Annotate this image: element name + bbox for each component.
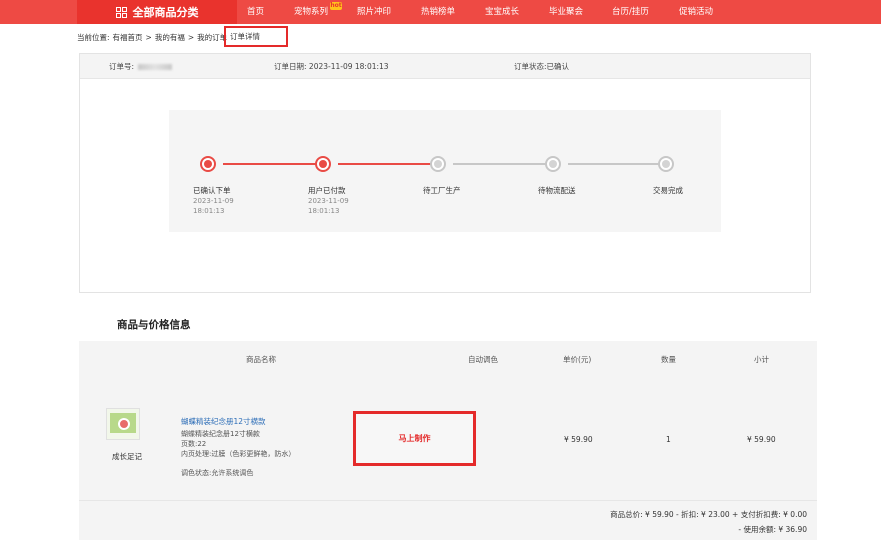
baby-photo-image (118, 418, 130, 430)
header-quantity: 数量 (661, 355, 676, 364)
product-color-status: 调色状态:允许系统调色 (181, 469, 254, 477)
breadcrumb-my-account[interactable]: 我的有福 (155, 32, 185, 43)
order-number-field: 订单号: (109, 54, 173, 79)
progress-line-pending (453, 163, 553, 165)
balance-used: - 使用余额: ¥ 36.90 (738, 525, 807, 534)
goods-table: 商品名称 自动调色 单价(元) 数量 小计 成长足记 蝴蝶精装纪念册12寸横款 … (79, 341, 817, 540)
step-dot-production (430, 156, 446, 172)
product-inner-process: 内页处理:过膜（色彩更鲜艳，防水） (181, 450, 296, 458)
price-summary: 商品总价: ¥ 59.90 - 折扣: ¥ 23.00 + 支付折扣费: ¥ 0… (610, 510, 807, 519)
order-status-field: 订单状态:已确认 (514, 54, 569, 79)
step-label-confirmed: 已确认下单 (193, 186, 231, 195)
step-dot-shipping (545, 156, 561, 172)
order-header: 订单号: 订单日期: 2023-11-09 18:01:13 订单状态:已确认 (80, 54, 810, 79)
order-date-field: 订单日期: 2023-11-09 18:01:13 (274, 54, 389, 79)
order-status-value: 已确认 (546, 62, 570, 71)
step-time-paid: 18:01:13 (308, 207, 340, 215)
nav-item-graduation[interactable]: 毕业聚会 (549, 0, 583, 24)
nav-item-promotions[interactable]: 促销活动 (679, 0, 713, 24)
breadcrumb-separator: > (187, 32, 195, 42)
product-title-link[interactable]: 蝴蝶精装纪念册12寸横款 (181, 416, 266, 427)
breadcrumb-current: 订单详情 (224, 26, 288, 47)
nav-item-photo-print[interactable]: 照片冲印 (357, 0, 391, 24)
step-dot-confirmed (200, 156, 216, 172)
subtotal-value: ¥ 59.90 (747, 435, 776, 444)
order-date-label: 订单日期: (274, 62, 307, 71)
breadcrumb: 当前位置: 有福首页 > 我的有福 > 我的订单 (77, 30, 230, 44)
unit-price-value: ¥ 59.90 (564, 435, 593, 444)
header-auto-color: 自动调色 (468, 355, 498, 364)
order-number-label: 订单号: (109, 62, 135, 71)
progress-line-done (338, 163, 438, 165)
product-pages: 页数:22 (181, 440, 207, 448)
nav-item-bestsellers[interactable]: 热销榜单 (421, 0, 455, 24)
order-panel: 订单号: 订单日期: 2023-11-09 18:01:13 订单状态:已确认 … (79, 53, 811, 293)
header-subtotal: 小计 (754, 355, 769, 364)
product-spec: 蝴蝶精装纪念册12寸横款 (181, 430, 260, 438)
step-dot-paid (315, 156, 331, 172)
breadcrumb-home[interactable]: 有福首页 (113, 32, 143, 43)
nav-item-home[interactable]: 首页 (247, 0, 264, 24)
top-nav: 全部商品分类 首页 宠物系列 hot 照片冲印 热销榜单 宝宝成长 毕业聚会 台… (0, 0, 881, 24)
order-date-value: 2023-11-09 18:01:13 (308, 62, 389, 71)
step-label-production: 待工厂生产 (423, 186, 461, 195)
breadcrumb-prefix: 当前位置: (77, 32, 110, 42)
progress-line-done (223, 163, 323, 165)
step-date-paid: 2023-11-09 (308, 197, 349, 205)
all-categories-button[interactable]: 全部商品分类 (77, 0, 237, 24)
nav-item-calendar[interactable]: 台历/挂历 (612, 0, 649, 24)
step-label-shipping: 待物流配送 (538, 186, 576, 195)
hot-badge: hot (330, 2, 342, 10)
summary-divider (79, 500, 817, 501)
header-unit-price: 单价(元) (563, 355, 592, 364)
product-thumbnail[interactable] (106, 408, 140, 440)
nav-item-baby-growth[interactable]: 宝宝成长 (485, 0, 519, 24)
product-caption: 成长足记 (112, 452, 142, 461)
breadcrumb-separator: > (145, 32, 152, 42)
step-dot-complete (658, 156, 674, 172)
nav-item-pets[interactable]: 宠物系列 (294, 0, 328, 24)
step-label-complete: 交易完成 (653, 186, 683, 195)
all-categories-label: 全部商品分类 (132, 6, 199, 19)
make-now-button[interactable]: 马上制作 (353, 411, 476, 466)
quantity-value: 1 (666, 435, 671, 444)
order-status-label: 订单状态: (514, 62, 547, 71)
grid-icon (115, 6, 127, 18)
breadcrumb-my-orders[interactable]: 我的订单 (197, 32, 227, 43)
step-label-paid: 用户已付款 (308, 186, 346, 195)
step-time-confirmed: 18:01:13 (193, 207, 225, 215)
header-product-name: 商品名称 (246, 355, 276, 364)
progress-line-pending (568, 163, 668, 165)
order-number-blurred (138, 64, 173, 70)
order-progress: 已确认下单 2023-11-09 18:01:13 用户已付款 2023-11-… (169, 110, 721, 232)
step-date-confirmed: 2023-11-09 (193, 197, 234, 205)
goods-section-title: 商品与价格信息 (117, 319, 191, 331)
